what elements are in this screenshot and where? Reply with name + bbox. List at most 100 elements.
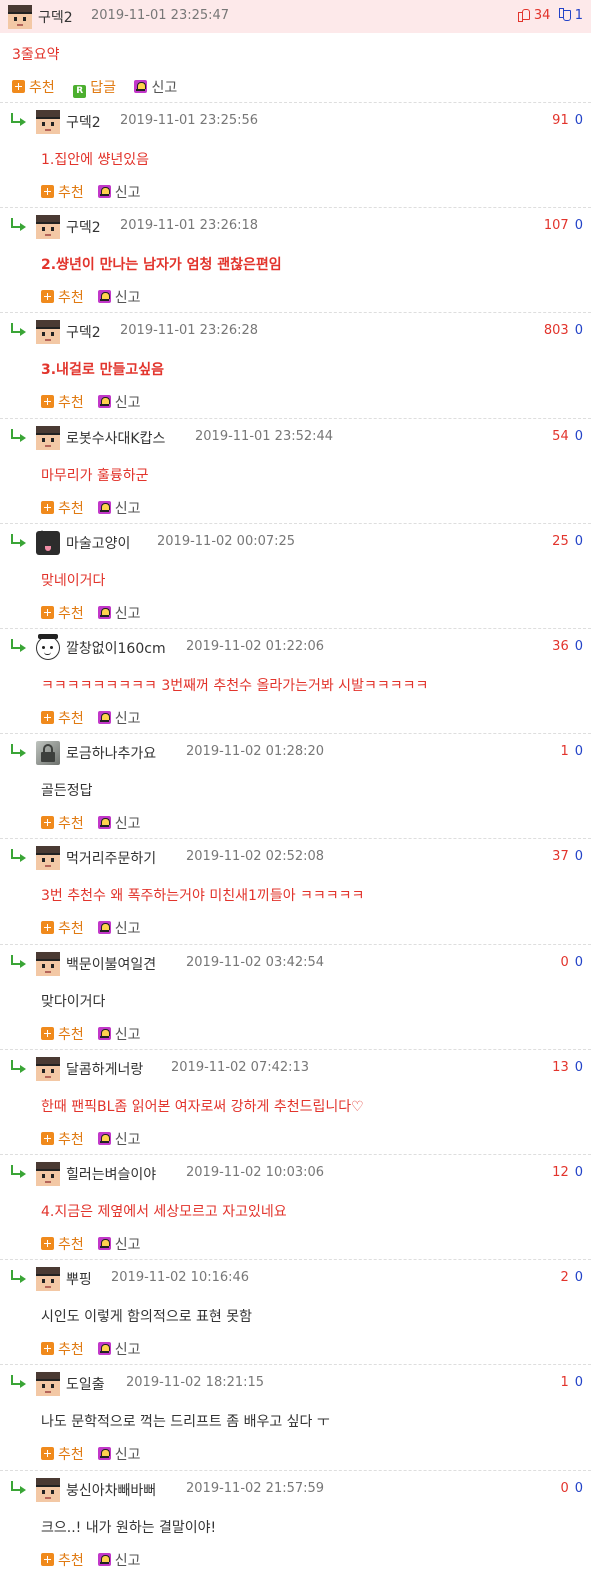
thumbs-down-icon[interactable]: [558, 8, 571, 21]
report-button[interactable]: 신고: [97, 287, 141, 307]
downvote-count[interactable]: 0: [575, 323, 583, 338]
pixel-avatar[interactable]: [36, 110, 60, 134]
pixel-avatar[interactable]: [36, 846, 60, 870]
recommend-button[interactable]: 추천: [41, 1234, 84, 1254]
comment-actions: 추천 신고: [41, 1550, 155, 1570]
reply-comment: 뿌핑 2019-11-02 10:16:46 2 0 시인도 이렇게 함의적으로 표현 …: [0, 1259, 591, 1364]
recommend-button[interactable]: 추천: [41, 392, 84, 412]
recommend-button[interactable]: 추천: [41, 182, 84, 202]
upvote-count[interactable]: 91: [552, 113, 569, 128]
report-button[interactable]: 신고: [97, 813, 141, 833]
author-nickname[interactable]: 로봇수사대K캅스: [66, 428, 165, 448]
comment-date: 2019-11-02 01:28:20: [186, 744, 325, 759]
upvote-count[interactable]: 25: [552, 534, 569, 549]
downvote-count[interactable]: 0: [575, 955, 583, 970]
upvote-count[interactable]: 12: [552, 1165, 569, 1180]
pixel-avatar[interactable]: [36, 1478, 60, 1502]
reply-button[interactable]: R 답글: [73, 77, 116, 98]
comment-actions: 추천 신고: [41, 1339, 155, 1359]
author-nickname[interactable]: 구덱2: [38, 7, 73, 27]
report-button[interactable]: 신고: [97, 1024, 141, 1044]
lock-avatar[interactable]: [36, 741, 60, 765]
downvote-count[interactable]: 0: [575, 1375, 583, 1390]
report-button[interactable]: 신고: [97, 1339, 141, 1359]
pixel-avatar[interactable]: [36, 952, 60, 976]
author-nickname[interactable]: 뿌핑: [66, 1269, 92, 1289]
report-button[interactable]: 신고: [97, 498, 141, 518]
report-button[interactable]: 신고: [97, 182, 141, 202]
report-button[interactable]: 신고: [97, 1234, 141, 1254]
pixel-avatar[interactable]: [36, 1057, 60, 1081]
comment-actions: 추천 R 답글 신고: [12, 77, 191, 98]
upvote-count[interactable]: 1: [560, 744, 568, 759]
upvote-count[interactable]: 107: [544, 218, 569, 233]
report-button[interactable]: 신고: [97, 392, 141, 412]
downvote-count[interactable]: 0: [575, 1060, 583, 1075]
recommend-button[interactable]: 추천: [41, 1129, 84, 1149]
recommend-button[interactable]: 추천: [12, 77, 55, 97]
recommend-label: 추천: [58, 711, 84, 727]
upvote-count[interactable]: 37: [552, 849, 569, 864]
face-avatar[interactable]: [36, 634, 60, 660]
author-nickname[interactable]: 깔창없이160cm: [66, 638, 166, 658]
pixel-avatar[interactable]: [36, 1162, 60, 1186]
author-nickname[interactable]: 구덱2: [66, 322, 101, 342]
pixel-avatar[interactable]: [36, 1372, 60, 1396]
author-nickname[interactable]: 마술고양이: [66, 533, 130, 553]
downvote-count[interactable]: 0: [575, 1270, 583, 1285]
author-nickname[interactable]: 구덱2: [66, 217, 101, 237]
pixel-avatar[interactable]: [36, 1267, 60, 1291]
report-button[interactable]: 신고: [97, 918, 141, 938]
author-nickname[interactable]: 붕신아차빼바뻐: [66, 1480, 156, 1500]
upvote-count[interactable]: 803: [544, 323, 569, 338]
upvote-count[interactable]: 2: [560, 1270, 568, 1285]
report-button[interactable]: 신고: [97, 1444, 141, 1464]
author-nickname[interactable]: 도일출: [66, 1374, 105, 1394]
cat-avatar[interactable]: [36, 530, 60, 555]
author-nickname[interactable]: 로금하나추가요: [66, 743, 156, 763]
report-button[interactable]: 신고: [134, 77, 177, 97]
pixel-avatar[interactable]: [8, 5, 32, 29]
downvote-count[interactable]: 0: [575, 113, 583, 128]
report-button[interactable]: 신고: [97, 1550, 141, 1570]
recommend-button[interactable]: 추천: [41, 918, 84, 938]
upvote-count[interactable]: 36: [552, 639, 569, 654]
upvote-count[interactable]: 54: [552, 429, 569, 444]
downvote-count[interactable]: 0: [575, 429, 583, 444]
upvote-count[interactable]: 1: [560, 1375, 568, 1390]
recommend-button[interactable]: 추천: [41, 1024, 84, 1044]
downvote-count[interactable]: 0: [575, 744, 583, 759]
reply-arrow-icon: [10, 218, 26, 231]
report-button[interactable]: 신고: [97, 1129, 141, 1149]
recommend-button[interactable]: 추천: [41, 1444, 84, 1464]
downvote-count[interactable]: 0: [575, 639, 583, 654]
thumbs-up-icon[interactable]: [517, 8, 530, 22]
comment-text: 맞다이거다: [41, 994, 106, 1010]
author-nickname[interactable]: 백문이불여일견: [66, 954, 156, 974]
comment-text: 3번 추천수 왜 폭주하는거야 미친새1끼들아 ㅋㅋㅋㅋㅋ: [41, 888, 365, 904]
recommend-button[interactable]: 추천: [41, 287, 84, 307]
recommend-button[interactable]: 추천: [41, 603, 84, 623]
recommend-button[interactable]: 추천: [41, 498, 84, 518]
author-nickname[interactable]: 힐러는벼슬이야: [66, 1164, 156, 1184]
pixel-avatar[interactable]: [36, 426, 60, 450]
report-button[interactable]: 신고: [97, 603, 141, 623]
downvote-count[interactable]: 0: [575, 1165, 583, 1180]
downvote-count[interactable]: 0: [575, 1481, 583, 1496]
upvote-count[interactable]: 0: [560, 1481, 568, 1496]
author-nickname[interactable]: 먹거리주문하기: [66, 848, 156, 868]
upvote-count[interactable]: 13: [552, 1060, 569, 1075]
author-nickname[interactable]: 달콤하게너랑: [66, 1059, 143, 1079]
upvote-count[interactable]: 0: [560, 955, 568, 970]
pixel-avatar[interactable]: [36, 215, 60, 239]
downvote-count[interactable]: 0: [575, 534, 583, 549]
downvote-count[interactable]: 0: [575, 218, 583, 233]
author-nickname[interactable]: 구덱2: [66, 112, 101, 132]
report-button[interactable]: 신고: [97, 708, 141, 728]
recommend-button[interactable]: 추천: [41, 1339, 84, 1359]
recommend-button[interactable]: 추천: [41, 708, 84, 728]
pixel-avatar[interactable]: [36, 320, 60, 344]
recommend-button[interactable]: 추천: [41, 813, 84, 833]
downvote-count[interactable]: 0: [575, 849, 583, 864]
recommend-button[interactable]: 추천: [41, 1550, 84, 1570]
